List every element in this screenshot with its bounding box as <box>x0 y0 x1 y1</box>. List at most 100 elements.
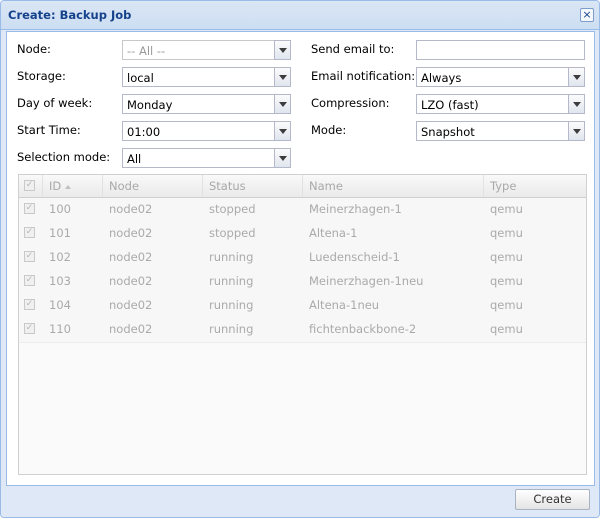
create-button[interactable]: Create <box>515 489 590 510</box>
row-checkbox-cell: ✓ <box>19 294 43 318</box>
storage-select[interactable]: local <box>122 67 291 87</box>
compression-select[interactable]: LZO (fast) <box>416 94 585 114</box>
cell-id: 102 <box>49 250 71 264</box>
compression-label: Compression: <box>311 96 390 110</box>
close-icon[interactable]: × <box>580 8 594 22</box>
table-row: ✓ 102 node02 running Luedenscheid-1 qemu <box>19 246 586 271</box>
dialog-body: Node: -- All -- Storage: local Day of we… <box>6 31 595 486</box>
row-checkbox-cell: ✓ <box>19 222 43 246</box>
chevron-down-icon <box>274 40 291 60</box>
checkbox-icon: ✓ <box>24 323 35 334</box>
send-email-field[interactable] <box>416 40 585 60</box>
column-header-type: Type <box>490 179 517 193</box>
cell-node: node02 <box>109 202 153 216</box>
email-notification-label: Email notification: <box>311 69 416 83</box>
storage-select-value: local <box>127 71 154 85</box>
email-notification-select[interactable]: Always <box>416 67 585 87</box>
header-select-all-cell: ✓ <box>19 175 43 197</box>
start-time-value: 01:00 <box>127 125 161 139</box>
chevron-down-icon[interactable] <box>274 121 291 141</box>
checkbox-icon: ✓ <box>24 299 35 310</box>
chevron-down-icon[interactable] <box>274 67 291 87</box>
table-row: ✓ 110 node02 running fichtenbackbone-2 qemu <box>19 318 586 343</box>
column-header-id-label: ID <box>49 179 62 193</box>
cell-type: qemu <box>490 202 523 216</box>
checkbox-icon: ✓ <box>24 275 35 286</box>
create-backup-job-dialog: Create: Backup Job × Node: -- All -- Sto… <box>0 0 600 518</box>
column-header-status: Status <box>203 175 303 197</box>
dialog-footer: Create <box>1 486 599 517</box>
cell-name: Altena-1neu <box>309 298 380 312</box>
cell-status: stopped <box>209 202 256 216</box>
checkbox-icon: ✓ <box>24 180 35 191</box>
chevron-down-icon[interactable] <box>568 94 585 114</box>
start-time-label: Start Time: <box>17 123 81 137</box>
storage-label: Storage: <box>17 69 66 83</box>
column-header-name: Name <box>303 175 484 197</box>
cell-type: qemu <box>490 250 523 264</box>
table-row: ✓ 101 node02 stopped Altena-1 qemu <box>19 222 586 247</box>
row-checkbox-cell: ✓ <box>19 318 43 342</box>
chevron-down-icon[interactable] <box>568 67 585 87</box>
mode-select[interactable]: Snapshot <box>416 121 585 141</box>
node-select-value: -- All -- <box>127 44 166 58</box>
column-header-id: ID <box>43 175 103 197</box>
day-of-week-select[interactable]: Monday <box>122 94 291 114</box>
chevron-down-icon[interactable] <box>274 94 291 114</box>
cell-id: 101 <box>49 226 71 240</box>
selection-mode-label: Selection mode: <box>17 150 111 164</box>
cell-node: node02 <box>109 298 153 312</box>
column-header-node: Node <box>103 175 203 197</box>
cell-type: qemu <box>490 226 523 240</box>
selection-mode-select[interactable]: All <box>122 148 291 168</box>
sort-ascending-icon <box>65 184 72 189</box>
cell-name: Altena-1 <box>309 226 358 240</box>
cell-status: running <box>209 274 254 288</box>
row-checkbox-cell: ✓ <box>19 246 43 270</box>
cell-status: running <box>209 322 254 336</box>
day-of-week-label: Day of week: <box>17 96 93 110</box>
mode-value: Snapshot <box>421 125 475 139</box>
mode-label: Mode: <box>311 123 347 137</box>
row-checkbox-cell: ✓ <box>19 198 43 222</box>
table-row: ✓ 100 node02 stopped Meinerzhagen-1 qemu <box>19 198 586 223</box>
cell-type: qemu <box>490 274 523 288</box>
cell-name: Luedenscheid-1 <box>309 250 400 264</box>
chevron-down-icon[interactable] <box>274 148 291 168</box>
day-of-week-value: Monday <box>127 98 173 112</box>
send-email-label: Send email to: <box>311 42 395 56</box>
cell-type: qemu <box>490 298 523 312</box>
cell-id: 110 <box>49 322 71 336</box>
checkbox-icon: ✓ <box>24 227 35 238</box>
grid-header: ✓ ID Node Status Name Type <box>19 175 586 198</box>
chevron-down-icon[interactable] <box>568 121 585 141</box>
cell-id: 103 <box>49 274 71 288</box>
email-notification-value: Always <box>421 71 462 85</box>
cell-node: node02 <box>109 226 153 240</box>
cell-id: 100 <box>49 202 71 216</box>
start-time-select[interactable]: 01:00 <box>122 121 291 141</box>
cell-node: node02 <box>109 322 153 336</box>
checkbox-icon: ✓ <box>24 251 35 262</box>
cell-status: running <box>209 298 254 312</box>
compression-value: LZO (fast) <box>421 98 479 112</box>
cell-node: node02 <box>109 274 153 288</box>
selection-mode-value: All <box>127 152 142 166</box>
row-checkbox-cell: ✓ <box>19 270 43 294</box>
cell-name: Meinerzhagen-1neu <box>309 274 424 288</box>
dialog-titlebar[interactable]: Create: Backup Job × <box>1 1 599 30</box>
cell-name: Meinerzhagen-1 <box>309 202 402 216</box>
cell-id: 104 <box>49 298 71 312</box>
dialog-title: Create: Backup Job <box>8 8 132 22</box>
table-row: ✓ 103 node02 running Meinerzhagen-1neu qemu <box>19 270 586 295</box>
checkbox-icon: ✓ <box>24 203 35 214</box>
cell-type: qemu <box>490 322 523 336</box>
cell-status: running <box>209 250 254 264</box>
node-label: Node: <box>17 42 51 56</box>
table-row: ✓ 104 node02 running Altena-1neu qemu <box>19 294 586 319</box>
vm-selection-grid: ✓ ID Node Status Name Type ✓ 100 node02 sto… <box>18 174 587 475</box>
cell-status: stopped <box>209 226 256 240</box>
cell-name: fichtenbackbone-2 <box>309 322 417 336</box>
node-select: -- All -- <box>122 40 291 60</box>
cell-node: node02 <box>109 250 153 264</box>
